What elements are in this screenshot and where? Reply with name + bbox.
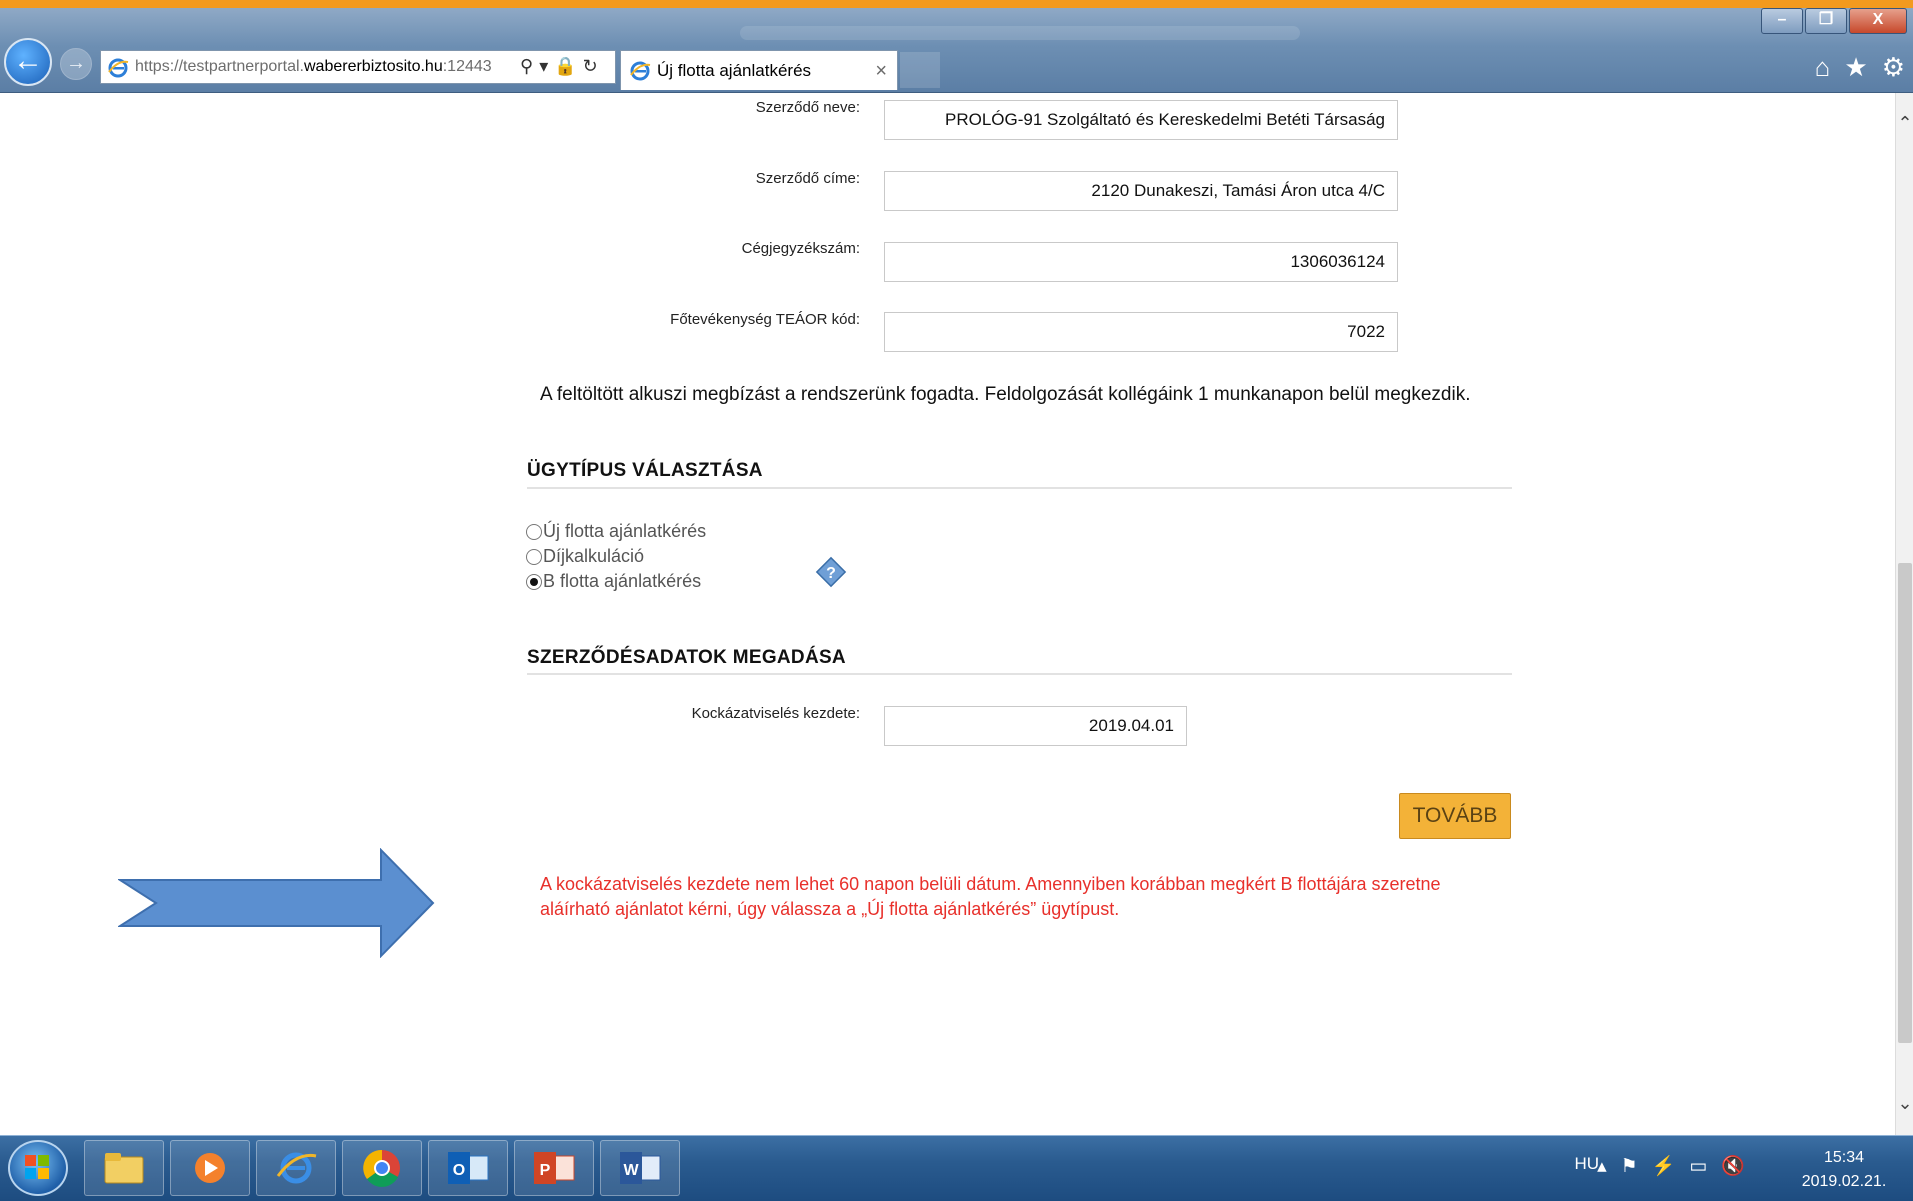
contractor-address-label: Szerződő címe: [755,170,860,187]
case-type-section-title: ÜGYTÍPUS VÁLASZTÁSA [527,460,763,481]
contractor-name-label: Szerződő neve: [755,99,860,116]
tab-label: Új flotta ajánlatkérés [657,61,812,80]
window-top-accent [0,0,1913,8]
search-icon[interactable]: ⚲ [520,56,539,76]
taskbar-media-player[interactable] [170,1140,250,1196]
section-divider [527,673,1512,675]
address-bar-tools: ⚲▾🔒↻ [520,56,604,77]
tab-new-fleet-quote[interactable]: Új flotta ajánlatkérés × [620,50,898,90]
clock-date: 2019.02.21. [1801,1173,1887,1190]
svg-text:P: P [540,1162,551,1179]
scroll-up-icon[interactable]: ⌃ [1896,113,1913,134]
back-button[interactable]: ← [4,38,52,86]
svg-text:?: ? [826,565,836,582]
error-line-2: aláírható ajánlatot kérni, úgy válassza … [540,899,1120,919]
contractor-name-field[interactable]: PROLÓG-91 Szolgáltató és Kereskedelmi Be… [884,100,1398,140]
forward-button[interactable]: → [60,48,92,80]
next-button[interactable]: TOVÁBB [1399,793,1511,839]
radio-label: Díjkalkuláció [543,546,645,566]
teaor-field[interactable]: 7022 [884,312,1398,352]
power-icon[interactable]: ⚡ [1652,1156,1690,1177]
radio-premium-calculation[interactable]: Díjkalkuláció [526,546,644,567]
contractor-address-field[interactable]: 2120 Dunakeszi, Tamási Áron utca 4/C [884,171,1398,211]
upload-info-message: A feltöltött alkuszi megbízást a rendsze… [540,384,1471,405]
url-prefix: https://testpartnerportal. [135,58,304,75]
radio-b-fleet-quote[interactable]: B flotta ajánlatkérés [526,571,701,592]
powerpoint-icon: P [534,1152,575,1184]
company-reg-field[interactable]: 1306036124 [884,242,1398,282]
word-icon: W [620,1152,661,1184]
new-tab-button[interactable] [900,52,940,88]
risk-start-label: Kockázatviselés kezdete: [691,705,860,722]
company-reg-label: Cégjegyzékszám: [741,240,860,257]
window-controls: – ❐ X [1759,8,1907,34]
svg-text:O: O [453,1162,465,1179]
outlook-icon: O [448,1152,489,1184]
ie-favicon-icon [108,58,129,78]
radio-button[interactable] [526,548,542,565]
taskbar-word[interactable]: W [600,1140,680,1196]
back-arrow-icon: ← [13,44,43,77]
error-line-1: A kockázatviselés kezdete nem lehet 60 n… [540,874,1441,894]
minimize-button[interactable]: – [1761,8,1803,34]
section-divider [527,487,1512,489]
risk-start-date-field[interactable]: 2019.04.01 [884,706,1187,746]
internet-explorer-icon [276,1152,317,1184]
ie-tab-icon [630,61,651,81]
url-suffix: :12443 [442,58,492,75]
folder-icon [104,1153,144,1184]
action-center-flag-icon[interactable]: ⚑ [1621,1156,1652,1177]
taskbar-file-explorer[interactable] [84,1140,164,1196]
favorites-star-icon[interactable]: ★ [1844,52,1867,83]
dropdown-icon[interactable]: ▾ [539,56,554,76]
taskbar-outlook[interactable]: O [428,1140,508,1196]
windows-logo-icon [25,1155,49,1179]
windows-taskbar: O P W HU ▴⚑⚡▭🔇 15:34 2019.02.21. [0,1135,1913,1201]
restore-button[interactable]: ❐ [1805,8,1847,34]
taskbar-powerpoint[interactable]: P [514,1140,594,1196]
scrollbar-thumb[interactable] [1898,563,1912,1043]
chrome-icon [363,1149,400,1187]
network-icon[interactable]: ▭ [1689,1156,1721,1177]
validation-error-message: A kockázatviselés kezdete nem lehet 60 n… [540,872,1520,922]
radio-new-fleet-quote[interactable]: Új flotta ajánlatkérés [526,521,706,542]
radio-label: Új flotta ajánlatkérés [543,521,707,541]
pointer-arrow-icon [118,848,435,958]
browser-toolbar-icons: ⌂ ★ ⚙ [1815,52,1905,83]
settings-gear-icon[interactable]: ⚙ [1882,52,1905,83]
refresh-icon[interactable]: ↻ [583,56,604,76]
teaor-label: Főtevékenység TEÁOR kód: [670,311,860,328]
svg-text:W: W [623,1162,639,1179]
volume-muted-icon[interactable]: 🔇 [1721,1156,1759,1177]
close-window-button[interactable]: X [1849,8,1907,34]
taskbar-chrome[interactable] [342,1140,422,1196]
radio-label: B flotta ajánlatkérés [543,571,702,591]
radio-button[interactable] [526,523,542,540]
forward-arrow-icon: → [66,52,86,74]
media-player-icon [195,1153,225,1183]
show-hidden-icons-icon[interactable]: ▴ [1597,1156,1621,1177]
clock-time: 15:34 [1823,1149,1865,1166]
scroll-down-icon[interactable]: ⌄ [1896,1093,1913,1114]
tray-icons: ▴⚑⚡▭🔇 [1597,1154,1759,1178]
start-button[interactable] [8,1140,68,1196]
lock-icon[interactable]: 🔒 [554,56,582,76]
window-title-bar [740,26,1300,40]
tab-close-icon[interactable]: × [875,51,887,91]
taskbar-internet-explorer[interactable] [256,1140,336,1196]
radio-button-checked[interactable] [526,573,542,590]
help-question-icon[interactable]: ? [814,555,848,589]
contract-data-section-title: SZERZŐDÉSADATOK MEGADÁSA [527,647,846,668]
home-icon[interactable]: ⌂ [1815,52,1831,83]
system-clock[interactable]: 15:34 2019.02.21. [1789,1146,1899,1194]
language-indicator[interactable]: HU [1574,1154,1599,1174]
vertical-scrollbar[interactable]: ⌃ ⌄ [1895,93,1913,1135]
url-domain: wabererbiztosito.hu [303,58,443,75]
